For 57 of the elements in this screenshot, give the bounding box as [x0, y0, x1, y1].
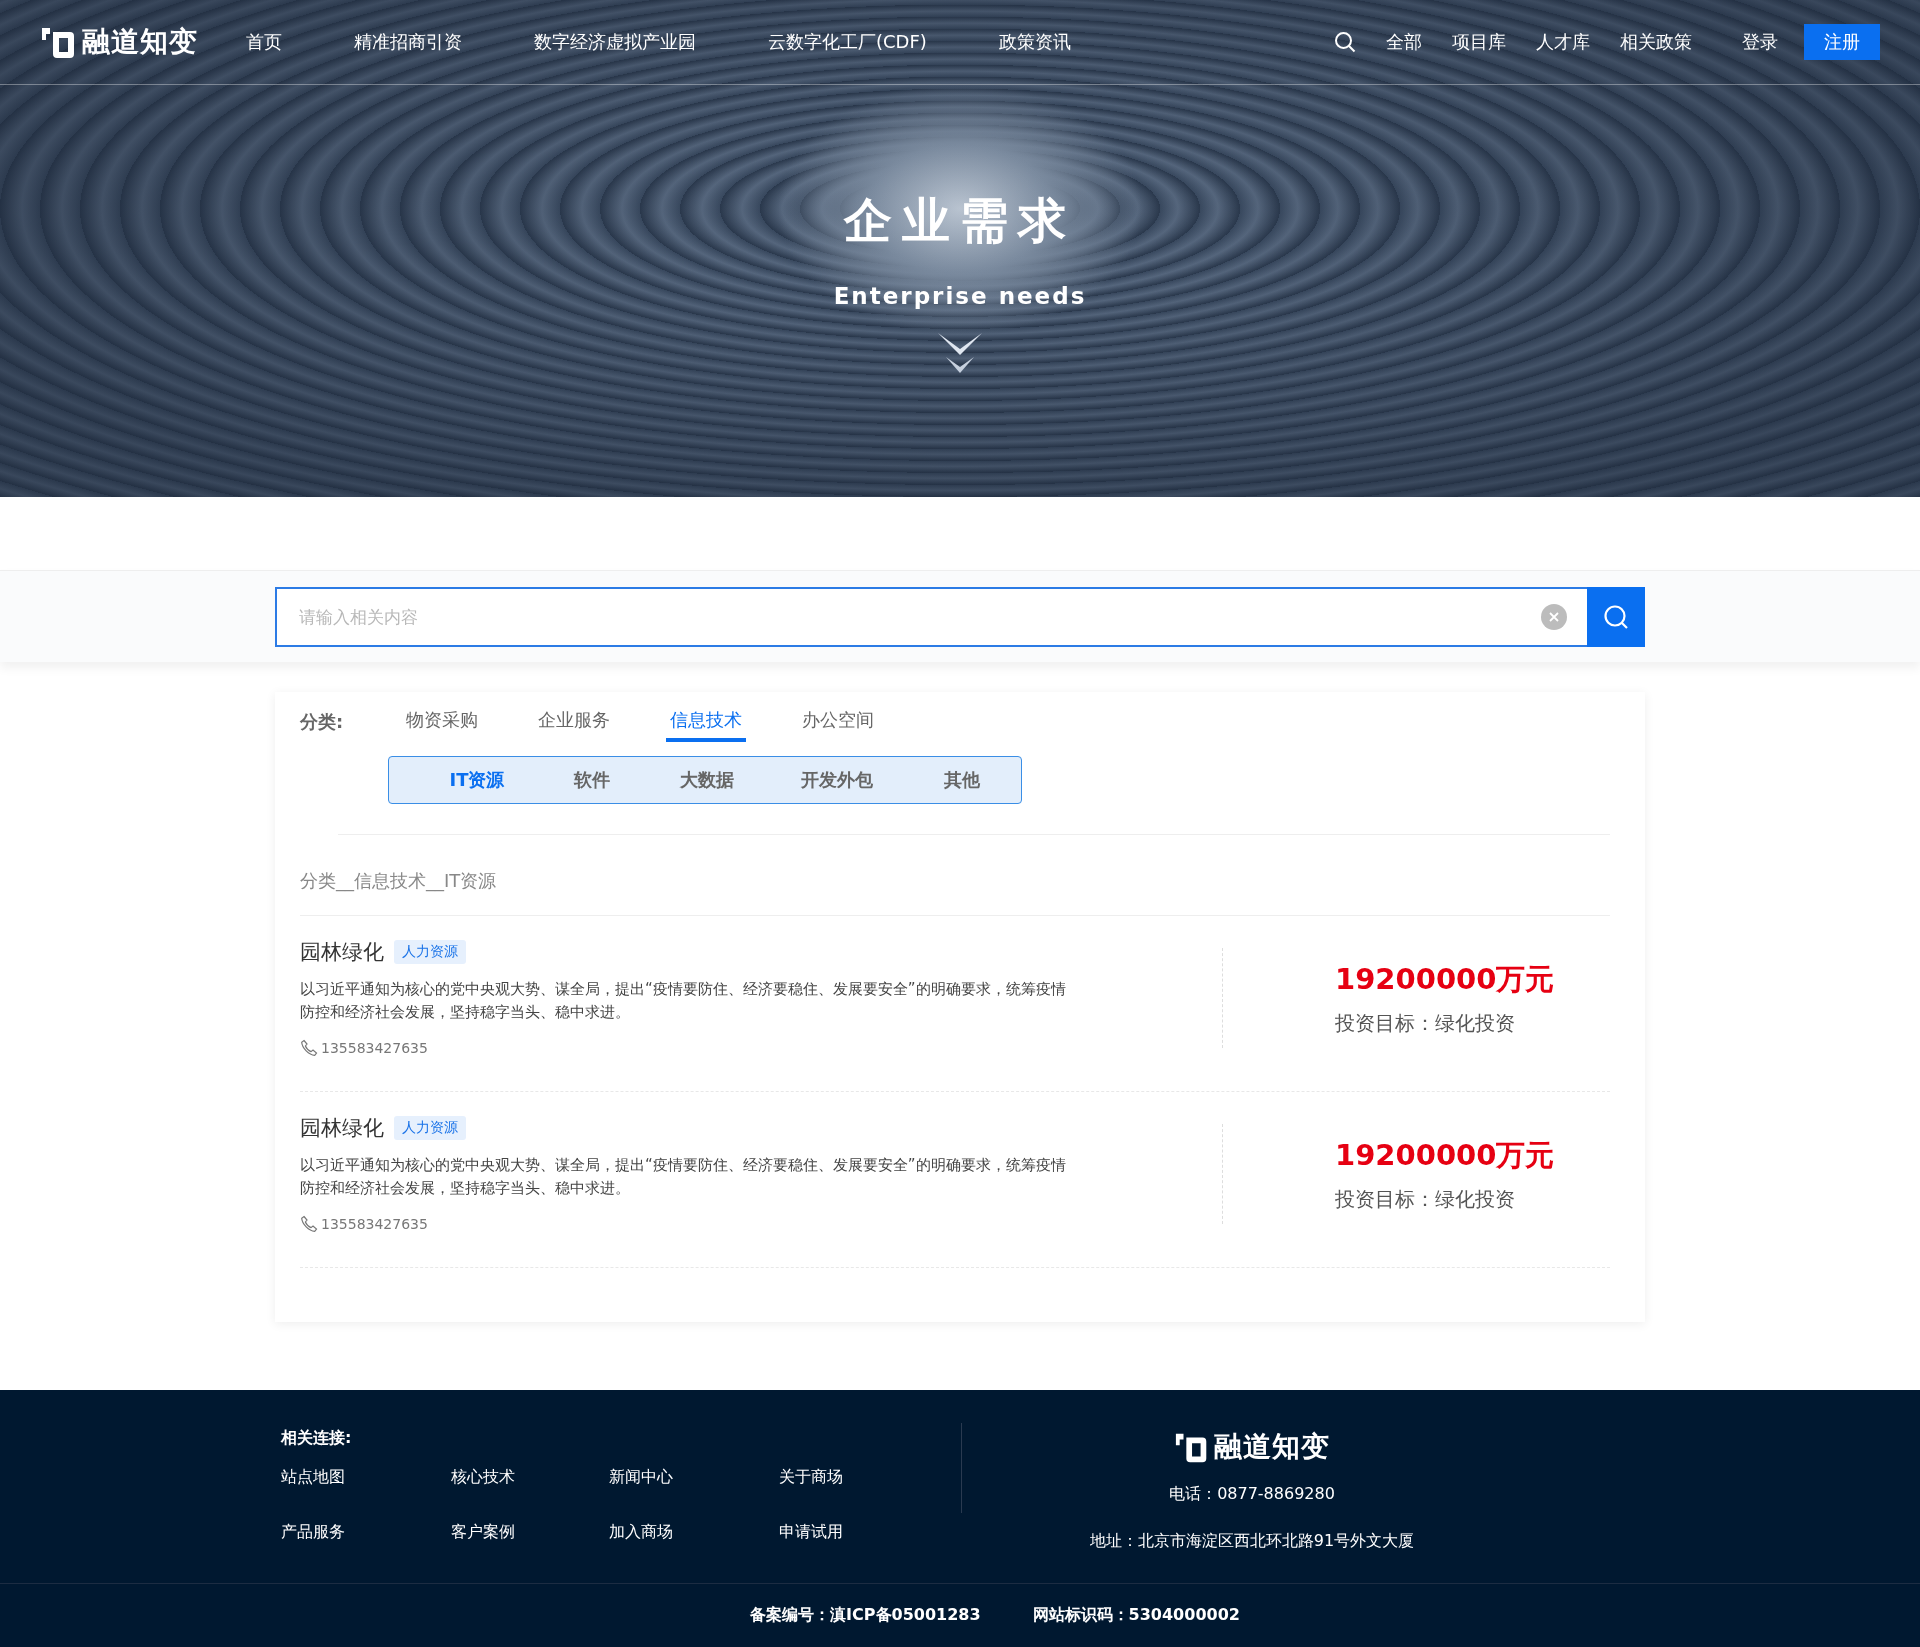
contact-phone: 电话：0877-8869280 — [1169, 1484, 1335, 1505]
footer-link[interactable]: 申请试用 — [779, 1522, 949, 1543]
nav-link[interactable]: 政策资讯 — [998, 30, 1071, 54]
footer-link[interactable]: 客户案例 — [451, 1522, 609, 1543]
contact-address: 地址：北京市海淀区西北环北路91号外文大厦 — [1089, 1531, 1415, 1552]
subcategory-tab[interactable]: 开发外包 — [767, 768, 907, 792]
result-amount: 19200000万元 — [1335, 961, 1556, 998]
search-icon[interactable] — [1334, 31, 1356, 53]
nav-link[interactable]: 精准招商引资 — [354, 30, 462, 54]
footer-link[interactable]: 核心技术 — [451, 1467, 609, 1488]
logo-text: 融道知变 — [82, 24, 198, 60]
footer-link[interactable]: 产品服务 — [281, 1522, 451, 1543]
hero-subtitle: Enterprise needs — [833, 283, 1087, 309]
nav-link[interactable]: 云数字化工厂(CDF) — [768, 30, 927, 54]
search-icon — [1603, 603, 1629, 630]
result-description: 以习近平通知为核心的党中央观大势、谋全局，提出“疫情要防住、经济要稳住、发展要安全”的明确要求，统筹疫情防控和经济社会发展，坚持稳字当头、稳中求进。 — [300, 979, 1067, 1023]
category-tab[interactable]: 办公空间 — [798, 702, 878, 742]
category-tab[interactable]: 企业服务 — [534, 702, 614, 742]
footer-link[interactable]: 站点地图 — [281, 1467, 451, 1488]
nav-link[interactable]: 首页 — [246, 30, 282, 54]
close-icon — [1548, 610, 1560, 623]
filter-label: 分类: — [300, 710, 345, 734]
record-number: 备案编号：滇ICP备05001283 — [750, 1605, 981, 1626]
footer-link[interactable]: 新闻中心 — [609, 1467, 779, 1488]
footer-link[interactable]: 关于商场 — [779, 1467, 949, 1488]
result-amount: 19200000万元 — [1335, 1137, 1556, 1174]
quick-link[interactable]: 相关政策 — [1620, 30, 1692, 54]
phone-icon — [300, 1215, 318, 1233]
result-target: 投资目标：绿化投资 — [1335, 1010, 1516, 1037]
login-link[interactable]: 登录 — [1742, 30, 1778, 54]
quick-link[interactable]: 项目库 — [1452, 30, 1506, 54]
result-title: 园林绿化 — [300, 939, 384, 966]
logo-text: 融道知变 — [1214, 1429, 1331, 1465]
category-tab[interactable]: 物资采购 — [402, 702, 482, 742]
hero-title: 企业需求 — [844, 191, 1076, 250]
subcategory-tab[interactable]: IT资源 — [417, 768, 537, 792]
footer-link[interactable]: 加入商场 — [609, 1522, 779, 1543]
subcategory-tab[interactable]: 大数据 — [647, 768, 767, 792]
result-phone: 135583427635 — [321, 1040, 428, 1056]
subcategory-tab[interactable]: 其他 — [907, 768, 1017, 792]
category-tab[interactable]: 信息技术 — [666, 702, 746, 742]
result-tag: 人力资源 — [394, 1116, 466, 1140]
nav-link[interactable]: 数字经济虚拟产业园 — [534, 30, 696, 54]
quick-link[interactable]: 全部 — [1386, 30, 1422, 54]
result-phone: 135583427635 — [321, 1216, 428, 1232]
quick-link[interactable]: 人才库 — [1536, 30, 1590, 54]
register-button[interactable]: 注册 — [1804, 24, 1880, 60]
phone-icon — [300, 1039, 318, 1057]
site-id: 网站标识码：5304000002 — [1032, 1605, 1240, 1626]
result-tag: 人力资源 — [394, 940, 466, 964]
result-title: 园林绿化 — [300, 1115, 384, 1142]
breadcrumb: 分类__信息技术__IT资源 — [300, 869, 498, 893]
links-title: 相关连接: — [281, 1428, 353, 1449]
subcategory-tab[interactable]: 软件 — [537, 768, 647, 792]
result-target: 投资目标：绿化投资 — [1335, 1186, 1516, 1213]
result-description: 以习近平通知为核心的党中央观大势、谋全局，提出“疫情要防住、经济要稳住、发展要安全”的明确要求，统筹疫情防控和经济社会发展，坚持稳字当头、稳中求进。 — [300, 1155, 1067, 1199]
search-button[interactable] — [1587, 586, 1645, 647]
